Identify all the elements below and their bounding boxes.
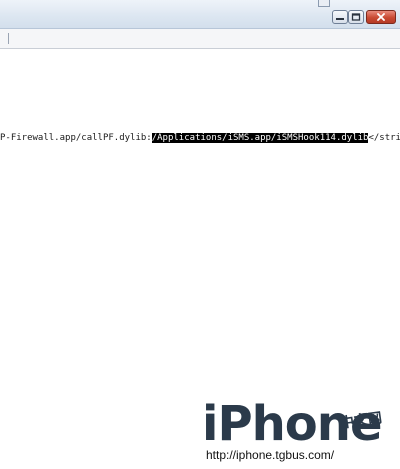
code-text-after: </string> [368, 133, 400, 143]
minimize-icon [336, 18, 344, 20]
editor-toolbar [0, 29, 400, 49]
code-text-before: P-Firewall.app/callPF.dylib: [0, 133, 152, 143]
toolbar-divider [0, 33, 9, 44]
selected-path[interactable]: /Applications/iSMS.app/iSMSHook114.dylib [151, 133, 369, 143]
minimize-button[interactable] [332, 10, 348, 24]
watermark: iPhone 中文网 http://iphone.tgbus.com/ [196, 398, 400, 469]
close-icon [377, 13, 385, 21]
window-titlebar [0, 0, 400, 29]
maximize-icon [351, 13, 361, 21]
close-button[interactable] [366, 10, 396, 24]
watermark-url: http://iphone.tgbus.com/ [206, 448, 335, 462]
titlebar-partial-control [318, 0, 330, 7]
maximize-button[interactable] [348, 10, 364, 24]
code-line[interactable]: P-Firewall.app/callPF.dylib:/Application… [0, 131, 400, 145]
